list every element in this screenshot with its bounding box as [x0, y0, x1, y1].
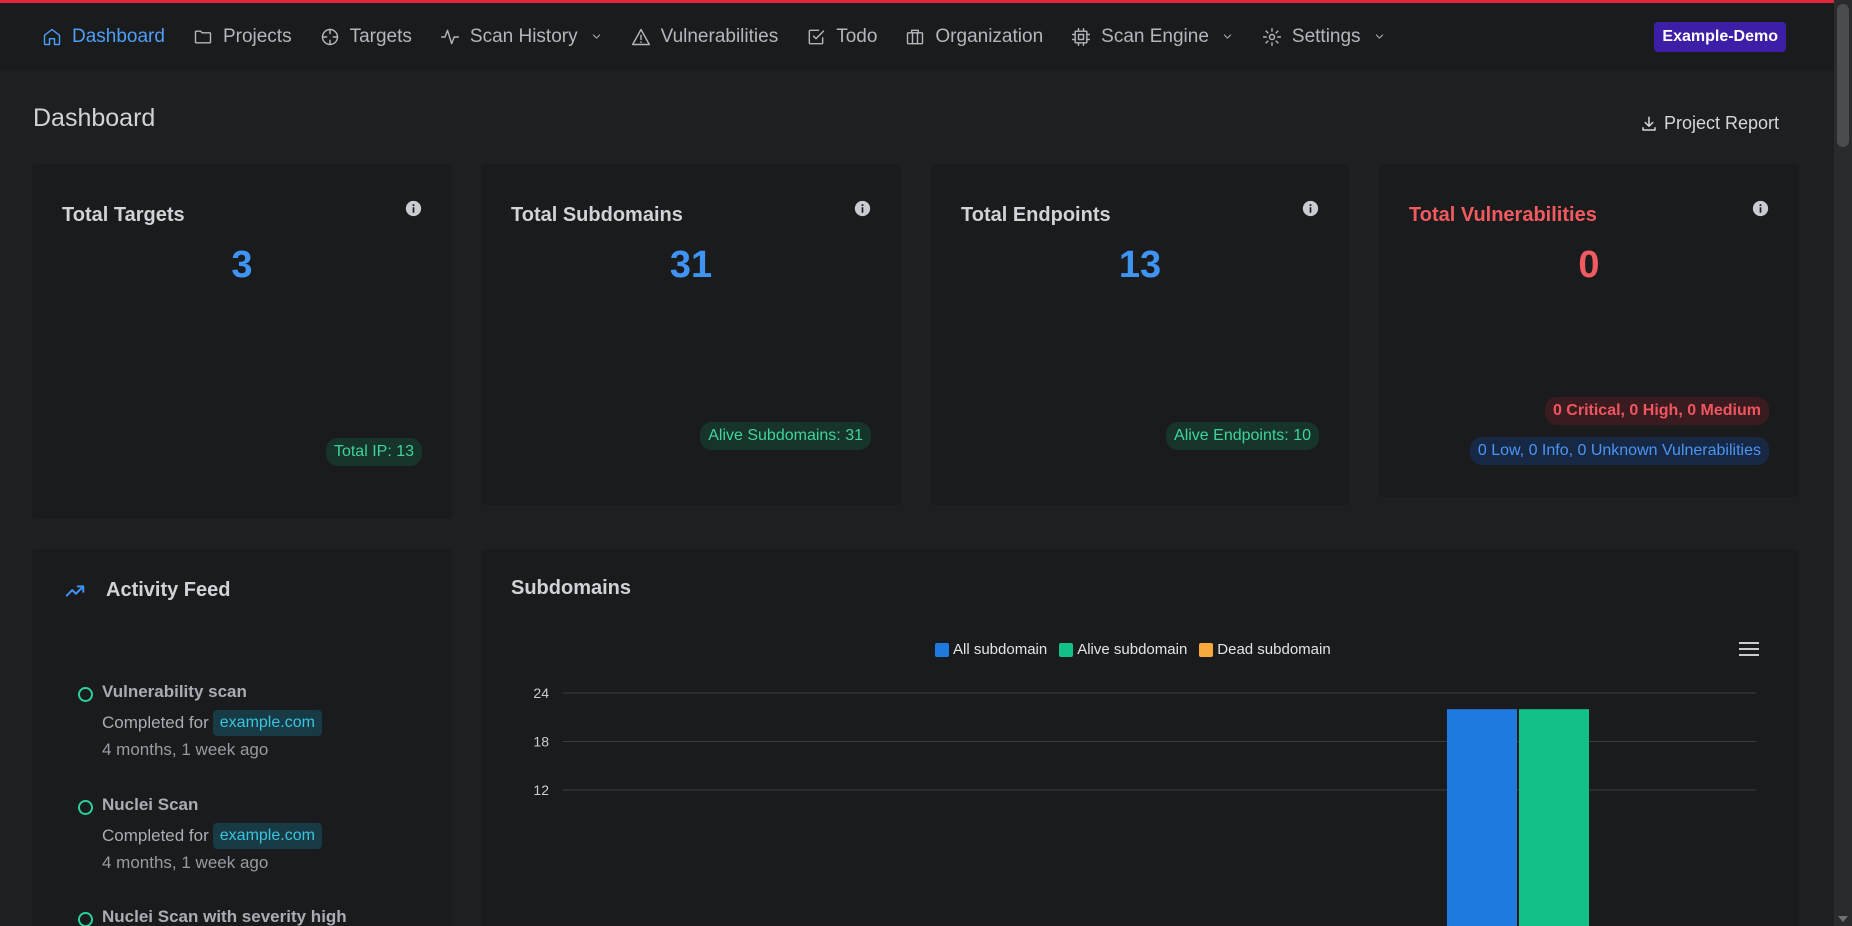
- folder-icon: [194, 29, 212, 44]
- feed-item-title: Nuclei Scan: [102, 795, 199, 814]
- nav-label: Targets: [349, 25, 412, 47]
- y-tick-label: 24: [533, 685, 549, 701]
- y-tick-label: 18: [533, 734, 549, 750]
- alive-subdomains-pill: Alive Subdomains: 31: [700, 422, 871, 450]
- severe-vulnerabilities-pill: 0 Critical, 0 High, 0 Medium: [1544, 397, 1769, 425]
- card-title: Total Targets: [62, 204, 185, 226]
- page-title: Dashboard: [33, 104, 156, 132]
- top-navbar: Dashboard Projects Targets Scan History …: [0, 3, 1834, 70]
- nav-label: Scan History: [469, 25, 578, 47]
- feed-item-title: Nuclei Scan with severity high: [102, 907, 347, 926]
- legend-swatch: [1199, 642, 1214, 657]
- y-tick-label: 12: [533, 782, 549, 798]
- nav-label: Vulnerabilities: [660, 25, 779, 47]
- total-endpoints-value: 13: [1118, 244, 1162, 286]
- status-dot: [78, 687, 93, 702]
- nav-todo[interactable]: Todo: [806, 26, 877, 48]
- chart-title: Subdomains: [511, 577, 632, 599]
- target-link[interactable]: example.com: [212, 823, 322, 849]
- total-ip-pill: Total IP: 13: [325, 438, 422, 466]
- total-subdomains-card: Total Subdomains 31 Alive Subdomains: 31: [481, 164, 901, 505]
- chevron-down-icon: [1223, 34, 1232, 39]
- card-title: Total Vulnerabilities: [1409, 204, 1597, 226]
- feed-item-title: Vulnerability scan: [102, 682, 247, 701]
- alert-triangle-icon: [631, 28, 650, 45]
- organization-badge[interactable]: Example-Demo: [1654, 22, 1786, 52]
- legend-item[interactable]: Dead subdomain: [1199, 641, 1331, 658]
- activity-feed-title: Activity Feed: [106, 579, 231, 601]
- nav-settings[interactable]: Settings: [1262, 26, 1386, 48]
- info-icon[interactable]: [854, 200, 871, 217]
- status-dot: [78, 912, 93, 926]
- subdomains-bar-chart: 24 18 12: [533, 685, 1756, 926]
- legend-label: Dead subdomain: [1217, 641, 1331, 658]
- nav-label: Projects: [222, 25, 292, 47]
- briefcase-icon: [907, 29, 924, 44]
- check-square-icon: [808, 29, 825, 44]
- subdomains-chart-card: Subdomains All subdomain Alive subdomain…: [481, 549, 1799, 926]
- feed-item-completed-label: Completed for: [102, 826, 209, 845]
- feed-item-completed: Completed for example.com: [102, 823, 322, 849]
- nav-vulnerabilities[interactable]: Vulnerabilities: [631, 25, 779, 48]
- legend-item[interactable]: All subdomain: [935, 641, 1047, 658]
- nav-label: Scan Engine: [1101, 25, 1209, 47]
- info-icon[interactable]: [1752, 200, 1769, 217]
- nav-projects[interactable]: Projects: [193, 26, 292, 48]
- gear-icon: [1262, 27, 1281, 46]
- activity-feed-header: Activity Feed: [64, 579, 230, 602]
- bar-all-subdomain[interactable]: [1447, 709, 1517, 926]
- nav-label: Organization: [935, 25, 1044, 47]
- info-icon[interactable]: [405, 200, 422, 217]
- download-icon: [1642, 116, 1656, 131]
- cpu-icon: [1072, 27, 1091, 46]
- nav-label: Dashboard: [72, 25, 165, 47]
- home-icon: [43, 28, 61, 45]
- page-scrollbar[interactable]: [1834, 0, 1852, 926]
- legend-item[interactable]: Alive subdomain: [1059, 641, 1187, 658]
- nav-scan-history[interactable]: Scan History: [440, 26, 603, 48]
- alive-endpoints-pill: Alive Endpoints: 10: [1166, 422, 1319, 450]
- nav-organization[interactable]: Organization: [905, 26, 1043, 48]
- nav-label: Todo: [836, 25, 878, 47]
- status-dot: [78, 800, 93, 815]
- info-icon[interactable]: [1302, 200, 1319, 217]
- nav-targets[interactable]: Targets: [320, 26, 412, 48]
- chart-legend: All subdomain Alive subdomain Dead subdo…: [935, 641, 1331, 658]
- legend-swatch: [1059, 642, 1074, 657]
- scrollbar-thumb[interactable]: [1837, 4, 1849, 147]
- activity-feed-card: Activity Feed Vulnerability scan Complet…: [32, 549, 452, 926]
- total-endpoints-card: Total Endpoints 13 Alive Endpoints: 10: [931, 164, 1349, 505]
- total-targets-value: 3: [231, 244, 253, 286]
- feed-item-time: 4 months, 1 week ago: [102, 740, 269, 759]
- scroll-down-arrow-icon[interactable]: [1838, 916, 1848, 922]
- activity-icon: [440, 29, 459, 44]
- nav-label: Settings: [1291, 25, 1361, 47]
- total-targets-card: Total Targets 3 Total IP: 13: [32, 164, 452, 519]
- chart-menu-icon[interactable]: [1739, 641, 1759, 657]
- legend-swatch: [935, 642, 949, 657]
- legend-label: All subdomain: [953, 641, 1048, 658]
- card-title: Total Subdomains: [511, 204, 683, 226]
- feed-item-completed-label: Completed for: [102, 713, 209, 732]
- feed-item-completed: Completed for example.com: [102, 710, 322, 736]
- total-vulnerabilities-value: 0: [1578, 244, 1600, 286]
- bar-alive-subdomain[interactable]: [1519, 709, 1589, 926]
- minor-vulnerabilities-pill: 0 Low, 0 Info, 0 Unknown Vulnerabilities: [1469, 437, 1769, 465]
- nav-dashboard[interactable]: Dashboard: [42, 26, 165, 48]
- feed-item-time: 4 months, 1 week ago: [102, 853, 269, 872]
- crosshair-icon: [321, 28, 338, 45]
- total-vulnerabilities-card: Total Vulnerabilities 0 0 Critical, 0 Hi…: [1379, 164, 1799, 497]
- card-title: Total Endpoints: [961, 204, 1111, 226]
- chevron-down-icon: [1375, 34, 1383, 39]
- chevron-down-icon: [592, 34, 600, 39]
- total-subdomains-value: 31: [669, 244, 713, 286]
- project-report-button[interactable]: Project Report: [1640, 113, 1779, 134]
- legend-label: Alive subdomain: [1077, 641, 1188, 658]
- target-link[interactable]: example.com: [212, 710, 322, 736]
- project-report-label: Project Report: [1664, 113, 1780, 133]
- trending-up-icon: [65, 584, 85, 597]
- nav-scan-engine[interactable]: Scan Engine: [1071, 26, 1234, 48]
